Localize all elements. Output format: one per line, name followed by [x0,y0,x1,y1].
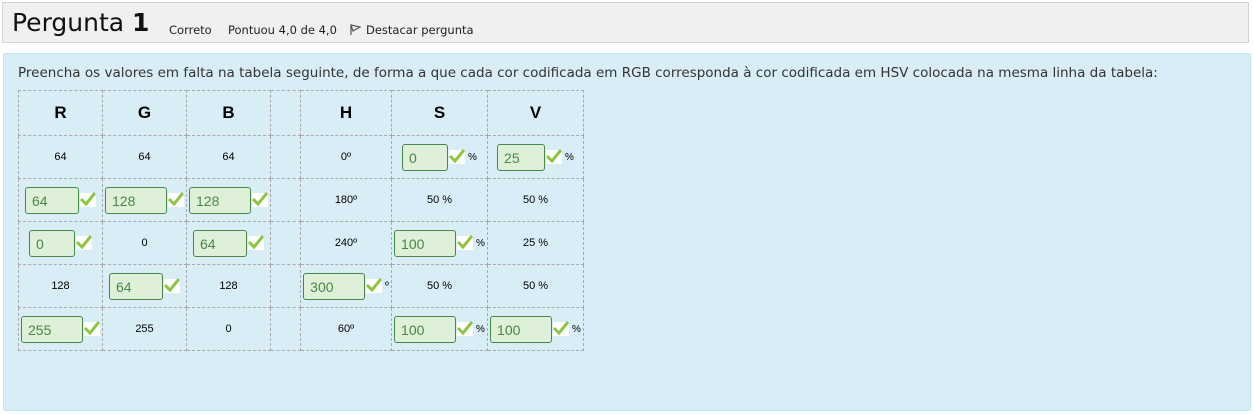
table-cell: 50 % [487,264,584,308]
table-cell [270,178,301,222]
table-row: 64 64 64 0º 0% 25% [18,135,584,179]
table-cell [270,264,301,308]
question-text: Preencha os valores em falta na tabela s… [18,65,1158,81]
answer-input[interactable]: 255 [21,315,83,343]
column-header [270,90,301,136]
question-content: Preencha os valores em falta na tabela s… [3,53,1251,411]
table-cell: 64 [18,135,103,179]
answer-input[interactable]: 64 [25,186,79,214]
unit-suffix: % [572,323,581,335]
question-number: 1 [132,8,150,37]
table-cell: 25 % [487,221,584,265]
correct-check-icon [252,192,268,207]
column-header: B [186,90,271,136]
correct-check-icon [546,149,563,164]
table-cell [270,307,301,351]
correct-check-icon [80,192,96,207]
table-cell: 50 % [391,178,488,222]
answer-input[interactable]: 25 [497,143,546,171]
table-cell: 64 [18,178,103,222]
unit-suffix: % [476,237,485,249]
table-cell: 0% [391,135,488,179]
table-cell: 128 [18,264,103,308]
unit-suffix: º [385,280,389,292]
table-cell: 0 [18,221,103,265]
table-cell: 0º [300,135,392,179]
question-title: Pergunta 1 [12,8,149,37]
table-cell: 128 [186,264,271,308]
table-cell: 64 [102,264,187,308]
correct-check-icon [248,235,264,250]
correct-check-icon [457,321,474,336]
correct-check-icon [457,235,474,250]
table-cell: 128 [186,178,271,222]
flag-icon[interactable] [349,24,361,36]
answer-input[interactable]: 64 [109,272,163,300]
table-cell: 64 [186,135,271,179]
table-cell: 50 % [391,264,488,308]
answer-input[interactable]: 100 [394,229,457,257]
table-cell: 50 % [487,178,584,222]
title-prefix: Pergunta [12,8,125,37]
answer-input[interactable]: 100 [394,315,457,343]
correct-check-icon [366,278,383,293]
column-header: R [18,90,103,136]
table-cell: 64 [186,221,271,265]
table-cell: 60º [300,307,392,351]
table-row: 255 255 0 60º 100% 100% [18,307,584,351]
table-cell: 100% [391,307,488,351]
column-header: G [102,90,187,136]
grade-label: Pontuou 4,0 de 4,0 [228,23,337,37]
answer-input[interactable]: 128 [189,186,251,214]
table-row: 128 64 128 300 º 50 % 50 % [18,264,584,308]
table-cell: 25% [487,135,584,179]
correct-check-icon [164,278,180,293]
table-cell [270,221,301,265]
unit-suffix: % [476,323,485,335]
unit-suffix: % [468,151,477,163]
correct-check-icon [76,235,92,250]
table-cell: 255 [18,307,103,351]
correct-check-icon [168,192,184,207]
table-cell: 100% [487,307,584,351]
correct-check-icon [449,149,466,164]
table-row: 64 128 128 180º 50 % 50 % [18,178,584,222]
column-header: V [487,90,584,136]
correct-check-icon [84,321,100,336]
answer-input[interactable]: 100 [490,315,553,343]
answer-input[interactable]: 0 [402,143,449,171]
column-header: H [300,90,392,136]
table-cell [270,135,301,179]
unit-suffix: % [565,151,574,163]
rgb-hsv-table: RGBHSV 64 64 64 0º 0% 25% 64 128 128 180º 50 % 50 %… [18,90,584,351]
table-cell: 64 [102,135,187,179]
table-cell: 0 [102,221,187,265]
status-label: Correto [169,23,212,37]
table-cell: 100% [391,221,488,265]
table-cell: 128 [102,178,187,222]
table-cell: 180º [300,178,392,222]
column-header: S [391,90,488,136]
table-cell: 255 [102,307,187,351]
answer-input[interactable]: 64 [193,229,247,257]
flag-question-link[interactable]: Destacar pergunta [366,23,474,37]
answer-input[interactable]: 0 [29,229,75,257]
table-cell: 240º [300,221,392,265]
question-info-bar: Pergunta 1 Correto Pontuou 4,0 de 4,0 De… [2,2,1249,43]
answer-input[interactable]: 128 [105,186,167,214]
table-cell: 300 º [300,264,392,308]
table-cell: 0 [186,307,271,351]
answer-input[interactable]: 300 [303,272,366,300]
correct-check-icon [553,321,570,336]
table-row: 0 0 64 240º 100% 25 % [18,221,584,265]
